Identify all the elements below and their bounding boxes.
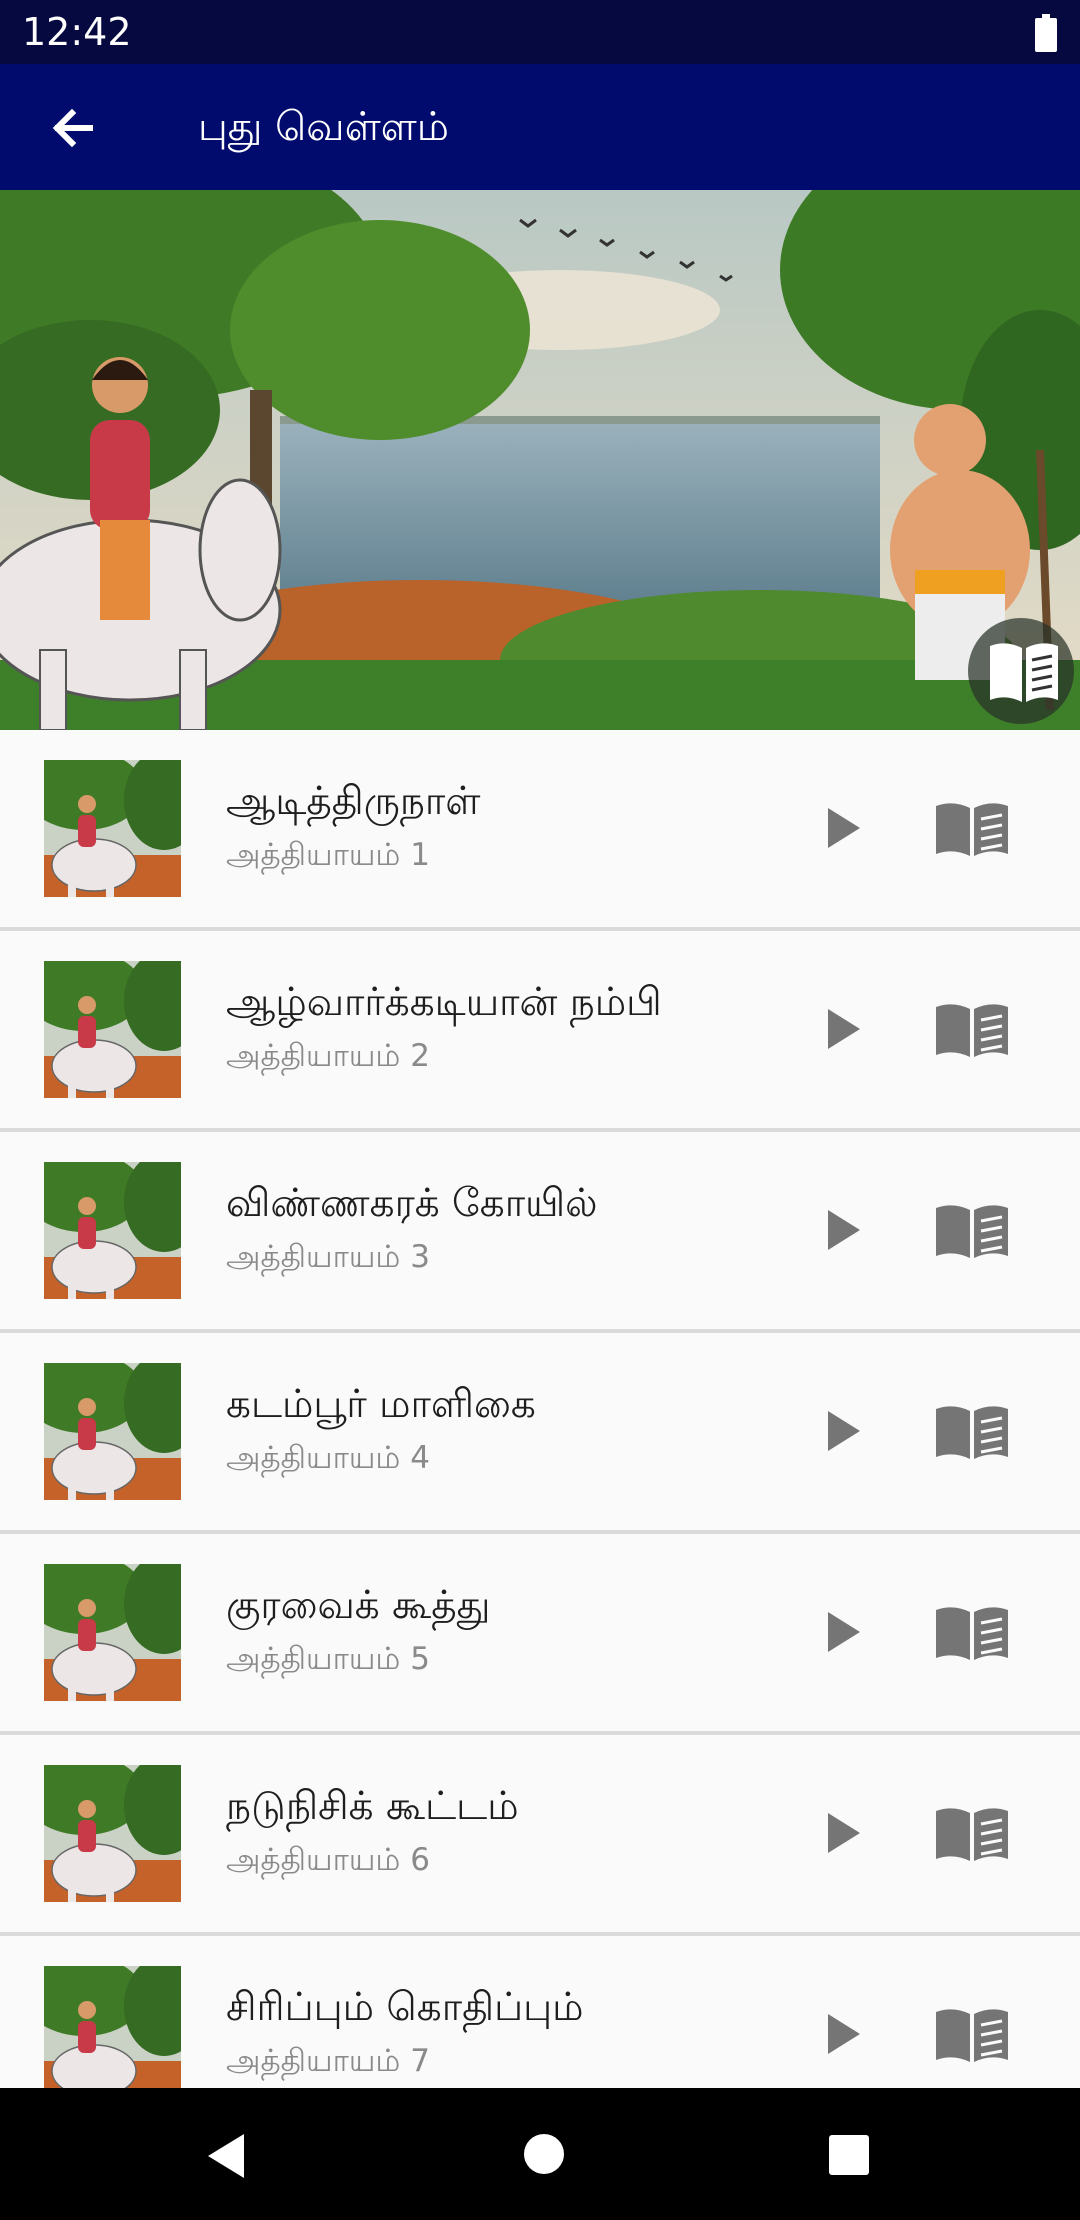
chapter-row-6[interactable]: நடுநிசிக் கூட்டம் அத்தியாயம் 6: [0, 1735, 1080, 1936]
play-icon[interactable]: [810, 2002, 874, 2066]
chapter-title: நடுநிசிக் கூட்டம்: [226, 1784, 519, 1829]
chapter-subtitle: அத்தியாயம் 1: [226, 837, 430, 873]
app-bar: புது வெள்ளம்: [0, 64, 1080, 190]
chapter-row-7[interactable]: சிரிப்பும் கொதிப்பும் அத்தியாயம் 7: [0, 1936, 1080, 2088]
chapter-title: விண்ணகரக் கோயில்: [226, 1181, 598, 1226]
chapter-thumbnail: [44, 961, 181, 1098]
book-open-icon[interactable]: [932, 1401, 1012, 1463]
chapter-thumbnail: [44, 760, 181, 897]
chapter-row-1[interactable]: ஆடித்திருநாள் அத்தியாயம் 1: [0, 730, 1080, 931]
book-open-icon[interactable]: [932, 999, 1012, 1061]
chapter-thumbnail: [44, 1162, 181, 1299]
nav-home-icon[interactable]: [516, 2126, 572, 2182]
nav-recents-icon[interactable]: [826, 2132, 872, 2178]
chapter-thumbnail: [44, 1564, 181, 1701]
chapter-subtitle: அத்தியாயம் 6: [226, 1842, 430, 1878]
play-icon[interactable]: [810, 1801, 874, 1865]
chapter-title: குரவைக் கூத்து: [226, 1583, 491, 1628]
chapter-row-4[interactable]: கடம்பூர் மாளிகை அத்தியாயம் 4: [0, 1333, 1080, 1534]
nav-back-icon[interactable]: [198, 2128, 254, 2184]
chapter-title: ஆடித்திருநாள்: [226, 779, 481, 824]
chapter-title: கடம்பூர் மாளிகை: [226, 1382, 536, 1427]
book-open-icon[interactable]: [932, 1200, 1012, 1262]
play-icon[interactable]: [810, 1600, 874, 1664]
book-open-icon[interactable]: [932, 2004, 1012, 2066]
page-title: புது வெள்ளம்: [198, 104, 449, 150]
book-open-icon[interactable]: [932, 798, 1012, 860]
chapter-row-5[interactable]: குரவைக் கூத்து அத்தியாயம் 5: [0, 1534, 1080, 1735]
battery-icon: [1035, 14, 1057, 52]
chapter-subtitle: அத்தியாயம் 5: [226, 1641, 430, 1677]
navigation-bar: [0, 2088, 1080, 2220]
back-button[interactable]: [40, 92, 112, 164]
chapter-subtitle: அத்தியாயம் 4: [226, 1440, 430, 1476]
chapter-subtitle: அத்தியாயம் 2: [226, 1038, 430, 1074]
chapter-row-3[interactable]: விண்ணகரக் கோயில் அத்தியாயம் 3: [0, 1132, 1080, 1333]
status-bar: 12:42: [0, 0, 1080, 64]
book-open-icon[interactable]: [932, 1803, 1012, 1865]
chapter-title: ஆழ்வார்க்கடியான் நம்பி: [226, 980, 662, 1025]
book-open-icon: [990, 643, 1058, 702]
status-time: 12:42: [22, 10, 132, 54]
book-open-icon[interactable]: [932, 1602, 1012, 1664]
play-icon[interactable]: [810, 796, 874, 860]
chapter-subtitle: அத்தியாயம் 7: [226, 2043, 430, 2079]
chapter-thumbnail: [44, 1966, 181, 2088]
chapter-list[interactable]: ஆடித்திருநாள் அத்தியாயம் 1 ஆழ்வார்க்கடிய…: [0, 730, 1080, 2088]
chapter-row-2[interactable]: ஆழ்வார்க்கடியான் நம்பி அத்தியாயம் 2: [0, 931, 1080, 1132]
chapter-thumbnail: [44, 1363, 181, 1500]
chapter-title: சிரிப்பும் கொதிப்பும்: [226, 1985, 584, 2030]
play-icon[interactable]: [810, 1399, 874, 1463]
chapter-thumbnail: [44, 1765, 181, 1902]
hero-banner: [0, 190, 1080, 730]
play-icon[interactable]: [810, 997, 874, 1061]
arrow-back-icon: [52, 108, 93, 148]
hero-read-button[interactable]: [968, 618, 1074, 724]
play-icon[interactable]: [810, 1198, 874, 1262]
hero-illustration: [0, 190, 1080, 730]
chapter-subtitle: அத்தியாயம் 3: [226, 1239, 430, 1275]
